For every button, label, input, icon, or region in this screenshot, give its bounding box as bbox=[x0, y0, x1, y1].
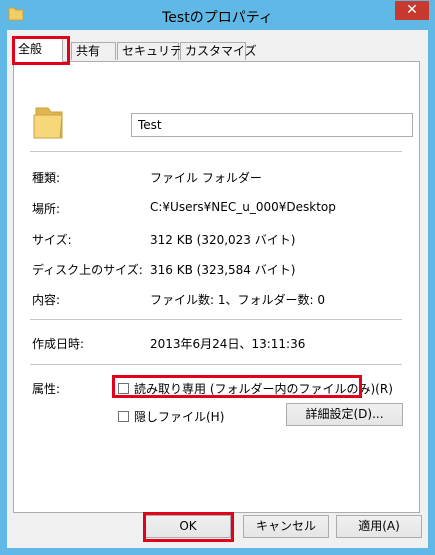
size-label: サイズ: bbox=[32, 233, 72, 247]
folder-name-input[interactable] bbox=[131, 113, 413, 137]
title-bar: Testのプロパティ ✕ bbox=[0, 0, 435, 30]
window-title: Testのプロパティ bbox=[162, 10, 273, 26]
general-panel: 種類: ファイル フォルダー 場所: C:¥Users¥NEC_u_000¥De… bbox=[13, 61, 420, 513]
created-label: 作成日時: bbox=[32, 337, 85, 351]
contents-label: 内容: bbox=[32, 293, 61, 307]
attributes-label: 属性: bbox=[32, 382, 61, 396]
size-value: 312 KB (320,023 バイト) bbox=[150, 233, 296, 247]
general-tab-highlight bbox=[12, 36, 70, 65]
location-label: 場所: bbox=[32, 202, 61, 216]
separator bbox=[30, 364, 402, 365]
separator bbox=[30, 151, 402, 152]
created-value: 2013年6月24日、13:11:36 bbox=[150, 337, 306, 351]
properties-window: Testのプロパティ ✕ 全般 共有 セキュリティ カスタマイズ 種類: ファイ… bbox=[0, 0, 435, 555]
tab-customize[interactable]: カスタマイズ bbox=[180, 42, 257, 60]
size-on-disk-value: 316 KB (323,584 バイト) bbox=[150, 263, 296, 277]
cancel-button[interactable]: キャンセル bbox=[243, 515, 329, 538]
hidden-checkbox-row[interactable]: 隠しファイル(H) bbox=[118, 408, 224, 425]
type-label: 種類: bbox=[32, 171, 61, 185]
tab-sharing[interactable]: 共有 bbox=[71, 42, 116, 60]
readonly-highlight bbox=[112, 375, 362, 398]
contents-value: ファイル数: 1、フォルダー数: 0 bbox=[150, 293, 325, 307]
type-value: ファイル フォルダー bbox=[150, 171, 262, 185]
tab-security[interactable]: セキュリティ bbox=[117, 42, 193, 60]
ok-highlight bbox=[143, 512, 234, 542]
close-button[interactable]: ✕ bbox=[395, 1, 429, 20]
location-value: C:¥Users¥NEC_u_000¥Desktop bbox=[150, 200, 336, 214]
apply-button[interactable]: 適用(A) bbox=[336, 515, 422, 538]
separator bbox=[30, 319, 402, 320]
folder-icon bbox=[33, 107, 63, 139]
dialog-client-area: 全般 共有 セキュリティ カスタマイズ 種類: ファイル フォルダー 場所: C… bbox=[7, 30, 428, 548]
size-on-disk-label: ディスク上のサイズ: bbox=[32, 263, 143, 277]
advanced-button[interactable]: 詳細設定(D)... bbox=[286, 403, 403, 426]
hidden-label: 隠しファイル(H) bbox=[134, 410, 225, 424]
hidden-checkbox[interactable] bbox=[118, 411, 129, 422]
